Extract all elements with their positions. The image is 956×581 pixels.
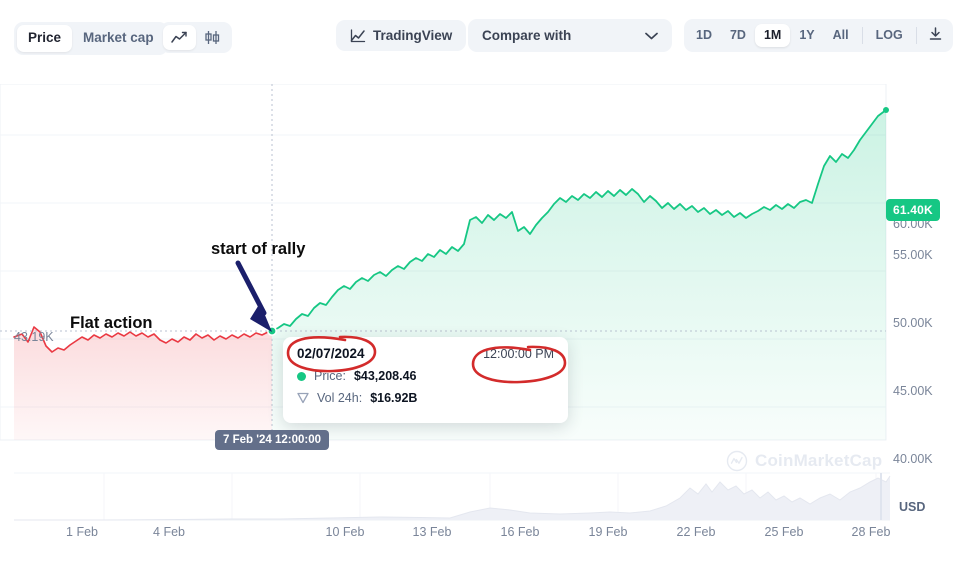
navigator-canvas	[14, 472, 891, 521]
start-of-rally-annotation-label: start of rally	[211, 240, 306, 258]
red-ellipse-date-annotation	[286, 335, 377, 373]
red-ellipse-time-annotation	[471, 345, 567, 384]
start-of-rally-arrow	[235, 260, 272, 332]
chart-navigator[interactable]: 2012 2014 2016 2018 2020 2022 2024	[0, 468, 956, 581]
flat-action-annotation-label: Flat action	[70, 314, 153, 332]
coinmarketcap-price-chart-page: Price Market cap TradingView Compare wit…	[0, 0, 956, 581]
